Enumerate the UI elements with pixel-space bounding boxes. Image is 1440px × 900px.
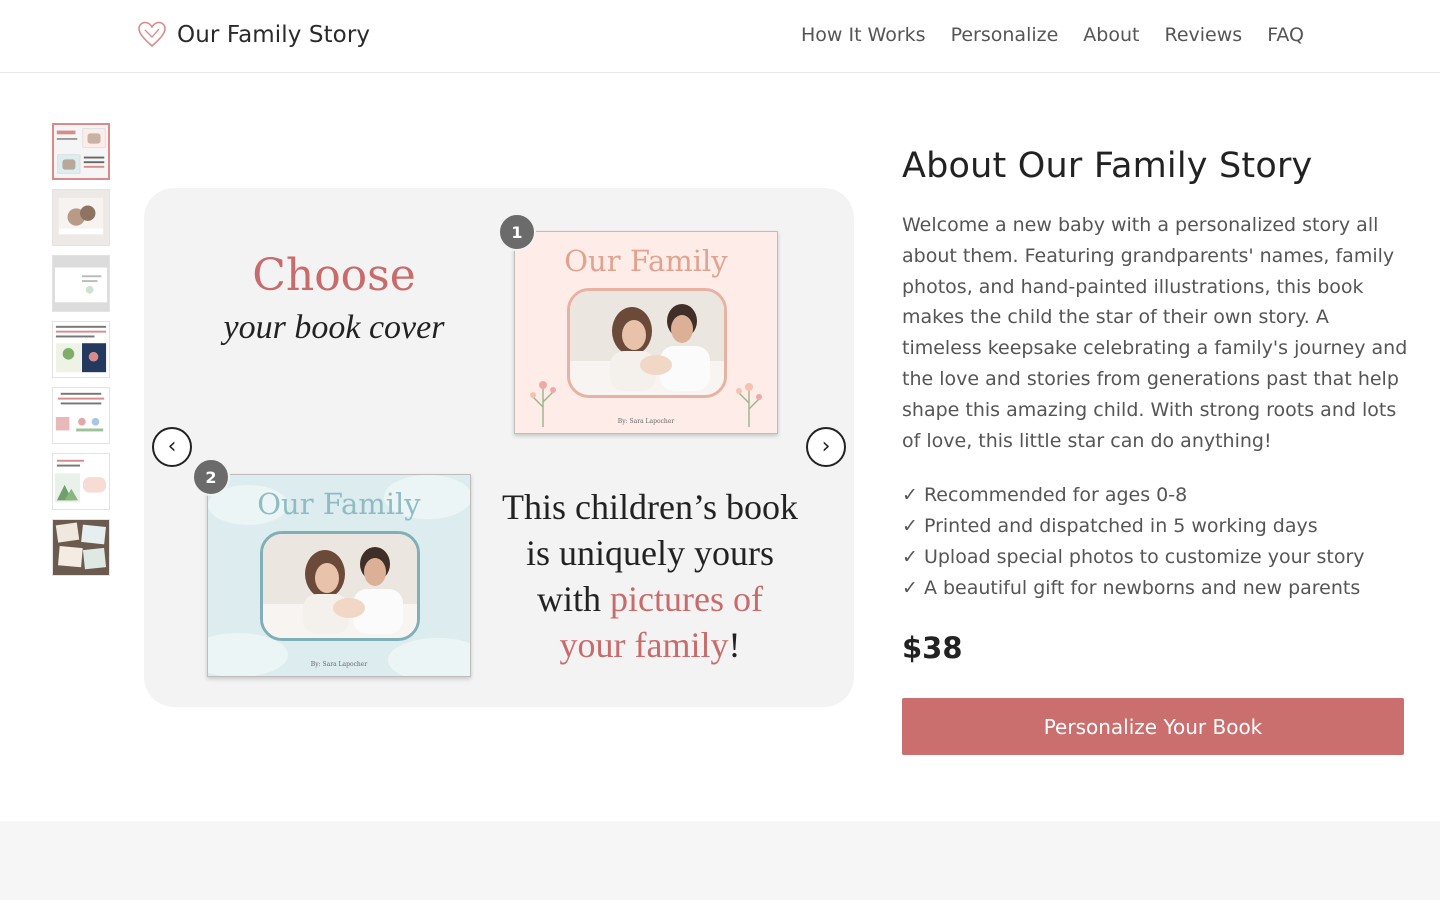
book-cover-option-1: Our Family By: Sara Lapocher	[514, 231, 778, 434]
feature-item: ✓ A beautiful gift for newborns and new …	[902, 577, 1361, 600]
feature-list: ✓ Recommended for ages 0-8 ✓ Printed and…	[902, 480, 1412, 604]
product-title: About Our Family Story	[902, 146, 1313, 186]
slide-caption: This children’s book is uniquely yours w…	[500, 484, 800, 668]
thumbnail-strip	[52, 123, 110, 576]
footer-section	[0, 821, 1440, 900]
thumbnail-4[interactable]	[52, 321, 110, 378]
cover-byline: By: Sara Lapocher	[617, 418, 675, 425]
thumbnail-5[interactable]	[52, 387, 110, 444]
cover-title: Our Family	[257, 487, 421, 521]
brand-name: Our Family Story	[177, 22, 371, 48]
carousel-prev-button[interactable]: ‹	[152, 427, 192, 467]
book-cover-option-2: Our Family By: Sara Lapocher	[207, 474, 471, 677]
cover-title: Our Family	[564, 244, 728, 278]
product-description: Welcome a new baby with a personalized s…	[902, 214, 1408, 452]
heart-outline-icon	[138, 21, 166, 48]
slide-subheading: your book cover	[223, 309, 445, 346]
thumbnail-1[interactable]	[52, 123, 110, 180]
site-header: Our Family Story How It Works Personaliz…	[0, 0, 1440, 73]
product-price: $38	[902, 631, 963, 666]
nav-personalize[interactable]: Personalize	[951, 24, 1059, 46]
nav-reviews[interactable]: Reviews	[1164, 24, 1242, 46]
family-photo	[260, 531, 420, 641]
product-info: About Our Family Story Welcome a new bab…	[902, 146, 1412, 665]
main-nav: How It Works Personalize About Reviews F…	[801, 24, 1304, 46]
option-badge-1: 1	[498, 213, 536, 251]
thumbnail-6[interactable]	[52, 453, 110, 510]
personalize-book-button[interactable]: Personalize Your Book	[902, 698, 1404, 755]
nav-how-it-works[interactable]: How It Works	[801, 24, 926, 46]
feature-item: ✓ Printed and dispatched in 5 working da…	[902, 515, 1318, 538]
feature-item: ✓ Upload special photos to customize you…	[902, 546, 1365, 569]
image-carousel: Choose your book cover Our Family By: Sa…	[144, 188, 854, 707]
brand-link[interactable]: Our Family Story	[137, 20, 370, 50]
option-badge-2: 2	[192, 458, 230, 496]
family-photo	[567, 288, 727, 398]
thumbnail-3[interactable]	[52, 255, 110, 312]
feature-item: ✓ Recommended for ages 0-8	[902, 484, 1188, 507]
caption-end: !	[728, 625, 741, 665]
slide-heading: Choose	[252, 250, 416, 301]
slide-heading-block: Choose your book cover	[194, 250, 474, 347]
carousel-next-button[interactable]: ›	[806, 427, 846, 467]
thumbnail-7[interactable]	[52, 519, 110, 576]
thumbnail-2[interactable]	[52, 189, 110, 246]
cover-byline: By: Sara Lapocher	[310, 661, 368, 668]
nav-faq[interactable]: FAQ	[1267, 24, 1304, 46]
nav-about[interactable]: About	[1083, 24, 1139, 46]
